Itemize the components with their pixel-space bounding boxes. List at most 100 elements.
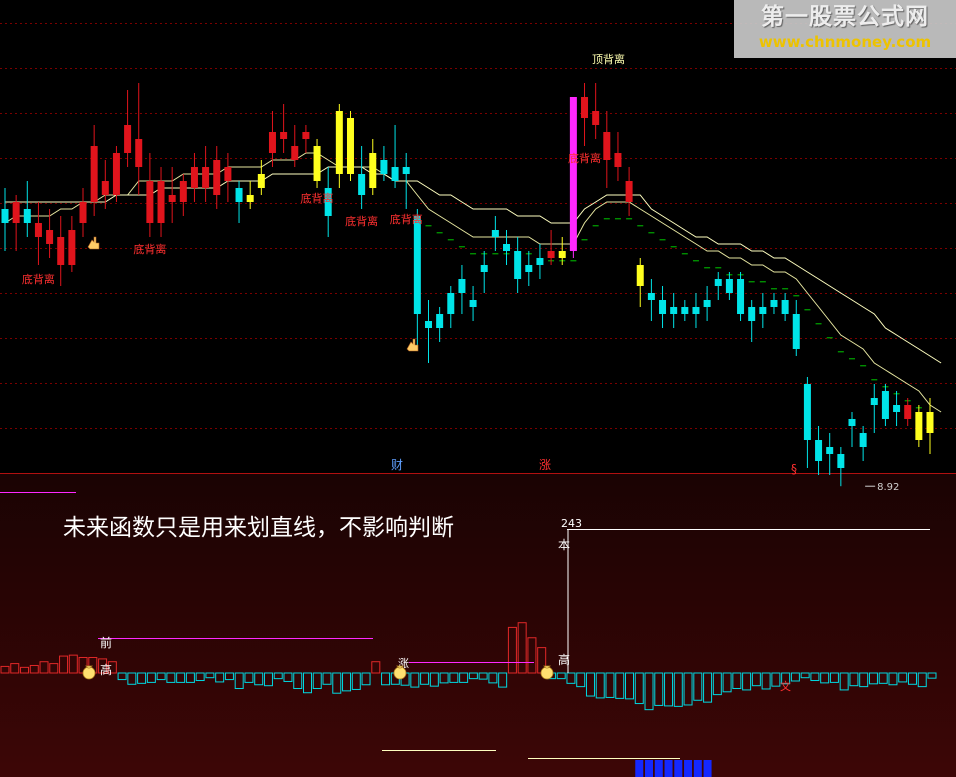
candle-body	[79, 202, 87, 223]
candle-body	[213, 160, 221, 195]
candle-body	[302, 132, 310, 139]
candle-body	[402, 167, 410, 174]
label-wen: 文	[780, 679, 791, 693]
candle-body	[870, 398, 878, 405]
histogram-bar-blue-fill	[635, 760, 644, 777]
candle-body	[759, 307, 767, 314]
candle-body	[792, 314, 800, 349]
candle-body	[358, 174, 366, 195]
candle-body	[268, 132, 276, 153]
candle-body	[23, 209, 31, 223]
candle-body	[703, 300, 711, 307]
candle-body	[124, 125, 132, 153]
candle-body	[413, 216, 421, 314]
bottom-divergence-label: 底背离	[133, 242, 166, 256]
candle-body	[168, 195, 176, 202]
hand-pointer-icon	[406, 338, 419, 352]
peak-value-label: 243	[561, 517, 582, 530]
candle-body	[46, 230, 54, 244]
candle-body	[647, 293, 655, 300]
candle-body	[781, 300, 789, 314]
candle-body	[681, 307, 689, 314]
candle-body	[893, 405, 901, 412]
marker-zhang: 涨	[539, 457, 551, 472]
candle-body	[926, 412, 934, 433]
candle-body	[1, 209, 9, 223]
histogram-bar-blue-fill	[654, 760, 663, 777]
bottom-divergence-label: 底背离	[390, 212, 423, 226]
bottom-divergence-label: 底背离	[345, 214, 378, 228]
candle-body	[280, 132, 288, 139]
money-bag-body	[82, 666, 96, 680]
bottom-divergence-label: 底背离	[568, 151, 601, 165]
candle-body	[391, 167, 399, 181]
candle-body	[848, 419, 856, 426]
histogram-bar-blue-fill	[664, 760, 673, 777]
stock-chart-canvas[interactable]: 顶背离底背离底背离底背离底背离 底背离底背离8.92财涨 §未来函数只是用来划直线，…	[0, 0, 956, 777]
candle-body	[748, 307, 756, 321]
candle-body	[547, 251, 555, 258]
candle-body	[592, 111, 600, 125]
candle-body	[246, 195, 254, 202]
candle-body	[469, 300, 477, 307]
candle-body	[313, 146, 321, 181]
candle-body	[369, 153, 377, 188]
candle-body	[346, 118, 354, 174]
bottom-divergence-label: 底背离	[301, 191, 334, 205]
candle-body	[12, 202, 20, 223]
label-gao: 高	[100, 662, 112, 677]
candle-body	[536, 258, 544, 265]
histogram-bar-blue-fill	[674, 760, 683, 777]
marker-cai: 财	[391, 458, 403, 472]
moving-average-line-1	[4, 152, 942, 413]
candle-body	[179, 181, 187, 202]
watermark-logo: 第一股票公式网 www.chnmoney.com	[734, 0, 956, 58]
candle-body	[90, 146, 98, 202]
money-bag-body	[393, 666, 407, 680]
annotation-text: 未来函数只是用来划直线，不影响判断	[63, 515, 454, 541]
candle-body	[826, 447, 834, 454]
candle-body	[737, 279, 745, 314]
candle-body	[380, 160, 388, 174]
candle-body	[335, 111, 343, 174]
candle-body	[57, 237, 65, 265]
candle-body	[859, 433, 867, 447]
candle-body	[625, 181, 633, 202]
candle-body	[190, 167, 198, 188]
candle-body	[670, 307, 678, 314]
candle-body	[480, 265, 488, 272]
candle-body	[659, 300, 667, 314]
candle-body	[291, 146, 299, 160]
histogram-bar-blue-fill	[693, 760, 702, 777]
top-divergence-label: 顶背离	[592, 52, 625, 66]
candle-body	[770, 300, 778, 307]
candle-body	[34, 223, 42, 237]
candle-body	[692, 307, 700, 314]
watermark-url: www.chnmoney.com	[758, 33, 932, 51]
candle-body	[581, 97, 589, 118]
candle-body	[915, 412, 923, 440]
bottom-divergence-label: 底背离	[22, 272, 55, 286]
histogram-bar-blue-fill	[645, 760, 654, 777]
candle-body	[135, 139, 143, 167]
watermark-title: 第一股票公式网	[761, 4, 929, 30]
candle-body	[424, 321, 432, 328]
candle-body	[458, 279, 466, 293]
candle-body	[525, 265, 533, 272]
hand-pointer-icon	[87, 236, 100, 250]
candle-body	[157, 181, 165, 223]
candle-body	[257, 174, 265, 188]
candle-body	[881, 391, 889, 419]
candle-body	[112, 153, 120, 195]
candle-body	[714, 279, 722, 286]
candle-body	[68, 230, 76, 265]
money-bag-body	[540, 666, 554, 680]
candle-body	[436, 314, 444, 328]
candle-body	[202, 167, 210, 188]
histogram-bar-blue-fill	[703, 760, 712, 777]
candle-body	[503, 244, 511, 251]
histogram-bar-blue-fill	[684, 760, 693, 777]
candle-body	[514, 251, 522, 279]
candle-body	[803, 384, 811, 440]
candle-body	[904, 405, 912, 419]
